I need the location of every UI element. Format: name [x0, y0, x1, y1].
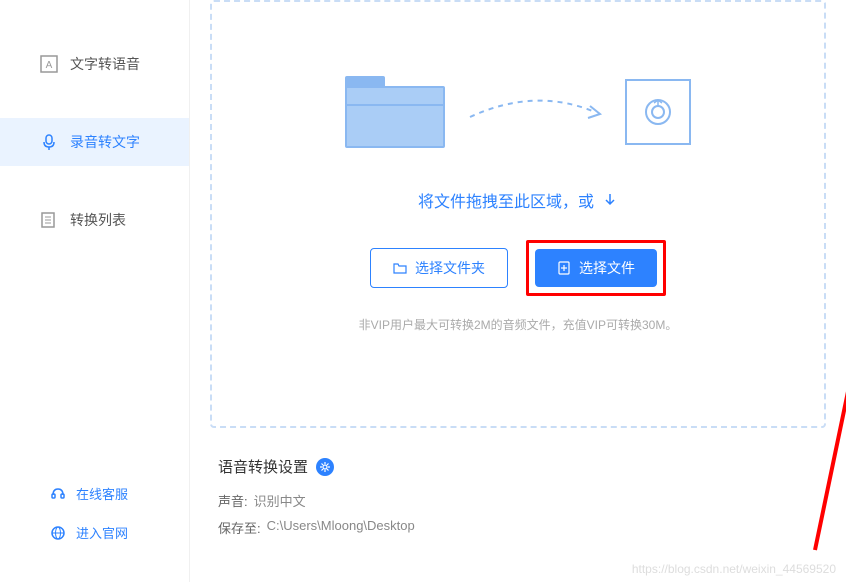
list-icon	[40, 211, 58, 229]
sidebar-item-label: 文字转语音	[70, 54, 140, 74]
download-arrow-icon	[602, 192, 618, 208]
arrow-dashed-icon	[465, 92, 605, 132]
sidebar: A 文字转语音 录音转文字 转换列表 在	[0, 0, 190, 582]
main-content: 将文件拖拽至此区域，或 选择文件夹 选择文件 非VIP用户最大可转换2M的音频文…	[190, 0, 846, 582]
sidebar-item-convert-list[interactable]: 转换列表	[0, 196, 189, 244]
sidebar-footer: 在线客服 进入官网	[0, 474, 189, 582]
headset-icon	[50, 486, 66, 502]
drag-instruction: 将文件拖拽至此区域，或	[418, 188, 618, 212]
footer-label: 在线客服	[76, 484, 128, 503]
folder-small-icon	[393, 261, 407, 275]
target-icon	[625, 79, 691, 145]
sidebar-item-label: 录音转文字	[70, 132, 140, 152]
svg-text:A: A	[46, 60, 53, 71]
voice-value: 识别中文	[254, 491, 306, 510]
dropzone-illustration	[345, 76, 691, 148]
settings-voice-row: 声音: 识别中文	[218, 491, 826, 510]
highlight-annotation: 选择文件	[526, 240, 666, 296]
settings-save-row: 保存至: C:\Users\Mloong\Desktop	[218, 518, 826, 537]
settings-title: 语音转换设置	[218, 456, 826, 477]
globe-icon	[50, 525, 66, 541]
file-add-icon	[557, 261, 571, 275]
select-folder-button[interactable]: 选择文件夹	[370, 248, 508, 288]
text-icon: A	[40, 55, 58, 73]
gear-icon[interactable]	[316, 458, 334, 476]
footer-customer-service[interactable]: 在线客服	[0, 474, 189, 513]
mic-icon	[40, 133, 58, 151]
file-dropzone[interactable]: 将文件拖拽至此区域，或 选择文件夹 选择文件 非VIP用户最大可转换2M的音频文…	[210, 0, 826, 428]
button-row: 选择文件夹 选择文件	[370, 240, 666, 296]
settings-section: 语音转换设置 声音: 识别中文 保存至: C:\Users\Mloong\Des…	[210, 456, 826, 537]
save-path-value: C:\Users\Mloong\Desktop	[267, 518, 415, 537]
select-file-button[interactable]: 选择文件	[535, 249, 657, 287]
sidebar-item-text-to-speech[interactable]: A 文字转语音	[0, 40, 189, 88]
watermark-text: https://blog.csdn.net/weixin_44569520	[632, 562, 836, 576]
sidebar-item-label: 转换列表	[70, 210, 126, 230]
folder-icon	[345, 76, 445, 148]
footer-official-site[interactable]: 进入官网	[0, 513, 189, 552]
sidebar-item-speech-to-text[interactable]: 录音转文字	[0, 118, 189, 166]
footer-label: 进入官网	[76, 523, 128, 542]
vip-note-text: 非VIP用户最大可转换2M的音频文件，充值VIP可转换30M。	[359, 316, 678, 333]
